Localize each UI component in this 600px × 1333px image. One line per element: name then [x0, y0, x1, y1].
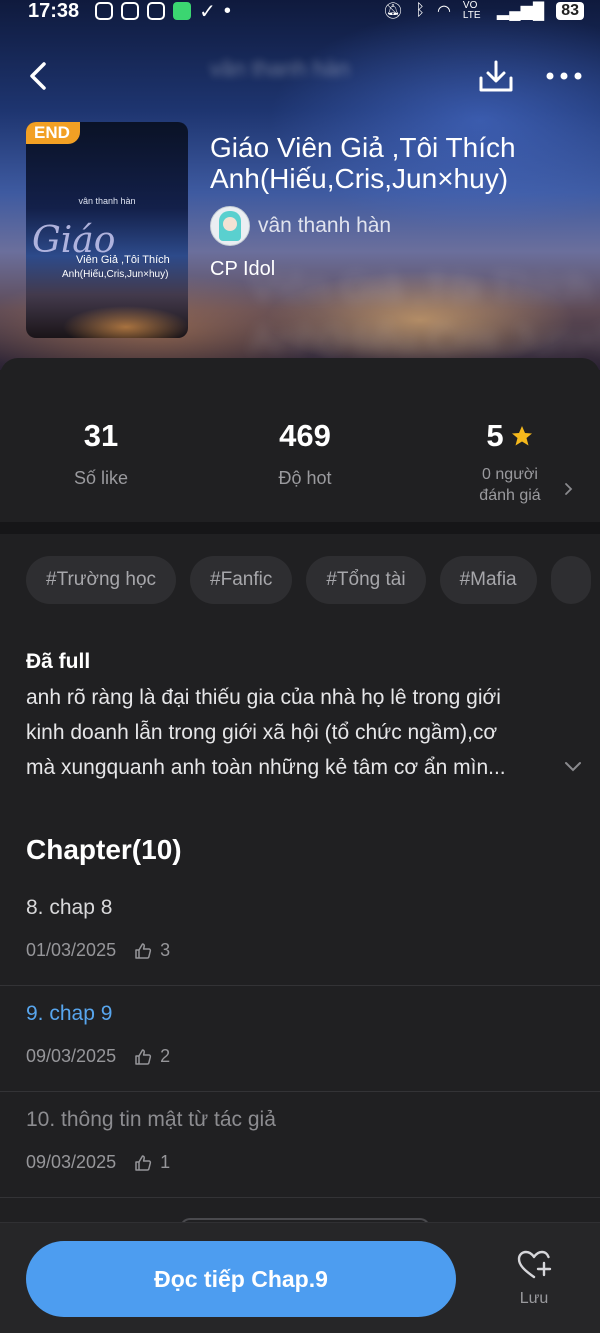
chapter-meta: 09/03/2025 2: [26, 1046, 170, 1067]
chapter-row-current[interactable]: 9. chap 9 09/03/2025 2: [0, 986, 600, 1092]
hot-label: Độ hot: [278, 468, 332, 488]
expand-chevron-icon[interactable]: [564, 760, 582, 772]
system-icons: 🔕︎ ᛒ ◠ VO LTE ▂▄▆█ 83: [383, 1, 584, 21]
thumbs-up-icon: [135, 1154, 152, 1171]
chapter-row[interactable]: 8. chap 8 01/03/2025 3: [0, 880, 600, 986]
hot-stat: 469 Độ hot: [225, 418, 385, 489]
likes-label: Số like: [73, 468, 129, 488]
chapter-date: 09/03/2025: [26, 1152, 117, 1172]
chapter-likes: 3: [134, 940, 170, 961]
completion-status: Đã full: [26, 650, 91, 673]
battery-icon: 83: [556, 2, 584, 20]
author-avatar: [210, 206, 250, 246]
bluetooth-icon: ᛒ: [415, 2, 425, 19]
instagram-icon: [147, 2, 166, 20]
blurred-title: Viên Giả ,Tôi Thích Anh(Hiếu,Cris,Jun×hu…: [250, 266, 600, 362]
chapter-title: 8. chap 8: [26, 896, 113, 919]
blurred-author: vân thanh hàn: [210, 56, 350, 81]
status-time: 17:38: [28, 0, 80, 22]
end-badge: END: [26, 122, 80, 144]
wifi-icon: ◠: [436, 3, 451, 20]
bottom-action-bar: Đọc tiếp Chap.9 Lưu: [0, 1222, 600, 1333]
chapter-meta: 09/03/2025 1: [26, 1152, 170, 1173]
author-link[interactable]: vân thanh hàn: [210, 206, 391, 246]
hero-banner: vân thanh hàn Viên Giả ,Tôi Thích Anh(Hi…: [0, 0, 600, 370]
chapter-title: 10. thông tin mật từ tác giả: [26, 1108, 276, 1131]
hot-value: 469: [279, 418, 331, 453]
star-icon: [511, 426, 532, 446]
chapter-likes: 1: [134, 1152, 170, 1173]
tag-list: #Trường học #Fanfic #Tổng tài #Mafia: [26, 556, 591, 604]
chapter-heading: Chapter(10): [26, 834, 182, 865]
chapter-date: 09/03/2025: [26, 1046, 117, 1066]
chapter-meta: 01/03/2025 3: [26, 940, 170, 961]
book-title: Giáo Viên Giả ,Tôi Thích Anh(Hiếu,Cris,J…: [210, 132, 516, 194]
network-label: VO LTE: [462, 0, 481, 21]
description-line: kinh doanh lẫn trong giới xã hội (tổ chứ…: [26, 721, 498, 744]
signal-icon: ▂▄▆█: [496, 3, 545, 20]
rating-value-row: 5: [430, 418, 590, 454]
likes-value: 31: [83, 418, 119, 453]
description-line: anh rõ ràng là đại thiếu gia của nhà họ …: [26, 686, 501, 709]
tag-chip[interactable]: #Trường học: [26, 556, 177, 604]
book-cover[interactable]: END vân thanh hàn Giáo Viên Giả ,Tôi Thí…: [26, 122, 188, 338]
chapter-title: 9. chap 9: [26, 1002, 113, 1025]
rating-value: 5: [486, 418, 504, 453]
cover-author: vân thanh hàn: [78, 196, 136, 206]
download-icon[interactable]: [476, 58, 516, 96]
continue-reading-button[interactable]: Đọc tiếp Chap.9: [26, 1241, 456, 1317]
section-divider: [0, 522, 600, 534]
book-category[interactable]: CP Idol: [210, 258, 275, 281]
notification-icons: ✓ •: [95, 0, 231, 24]
tag-chip-partial[interactable]: [550, 556, 591, 604]
mute-icon: 🔕︎: [383, 3, 404, 20]
back-arrow-icon[interactable]: [22, 58, 54, 94]
stats-row: 31 Số like 469 Độ hot 5 0 người đánh giá: [0, 358, 600, 522]
cover-title-line2: Anh(Hiếu,Cris,Jun×huy): [62, 269, 169, 280]
battery-saver-icon: [173, 2, 192, 20]
chapter-likes: 2: [134, 1046, 170, 1067]
tag-chip[interactable]: #Mafia: [439, 556, 537, 604]
book-description[interactable]: anh rõ ràng là đại thiếu gia của nhà họ …: [26, 680, 556, 785]
chapter-date: 01/03/2025: [26, 940, 117, 960]
save-button[interactable]: Lưu: [506, 1249, 562, 1308]
chapter-row[interactable]: 10. thông tin mật từ tác giả 09/03/2025 …: [0, 1092, 600, 1198]
chevron-right-icon[interactable]: [562, 482, 574, 496]
instagram-icon: [121, 2, 140, 20]
likes-stat: 31 Số like: [21, 418, 181, 489]
row-divider: [0, 1197, 600, 1198]
author-name: vân thanh hàn: [258, 214, 392, 237]
cover-title-line1: Viên Giả ,Tôi Thích: [76, 254, 170, 266]
dot-icon: •: [223, 0, 231, 22]
heart-plus-icon: [517, 1250, 552, 1279]
check-icon: ✓: [199, 0, 216, 23]
status-bar: 17:38 ✓ • 🔕︎ ᛒ ◠ VO LTE ▂▄▆█ 83: [0, 0, 600, 24]
description-line: mà xungquanh anh toàn những kẻ tâm cơ ẩn…: [26, 756, 506, 779]
tag-chip[interactable]: #Fanfic: [190, 556, 293, 604]
thumbs-up-icon: [135, 1048, 152, 1065]
thumbs-up-icon: [135, 942, 152, 959]
instagram-icon: [95, 2, 114, 20]
book-details: 31 Số like 469 Độ hot 5 0 người đánh giá…: [0, 358, 600, 1333]
save-label: Lưu: [519, 1290, 549, 1307]
more-options-icon[interactable]: [544, 66, 584, 86]
tag-chip[interactable]: #Tổng tài: [306, 556, 426, 604]
